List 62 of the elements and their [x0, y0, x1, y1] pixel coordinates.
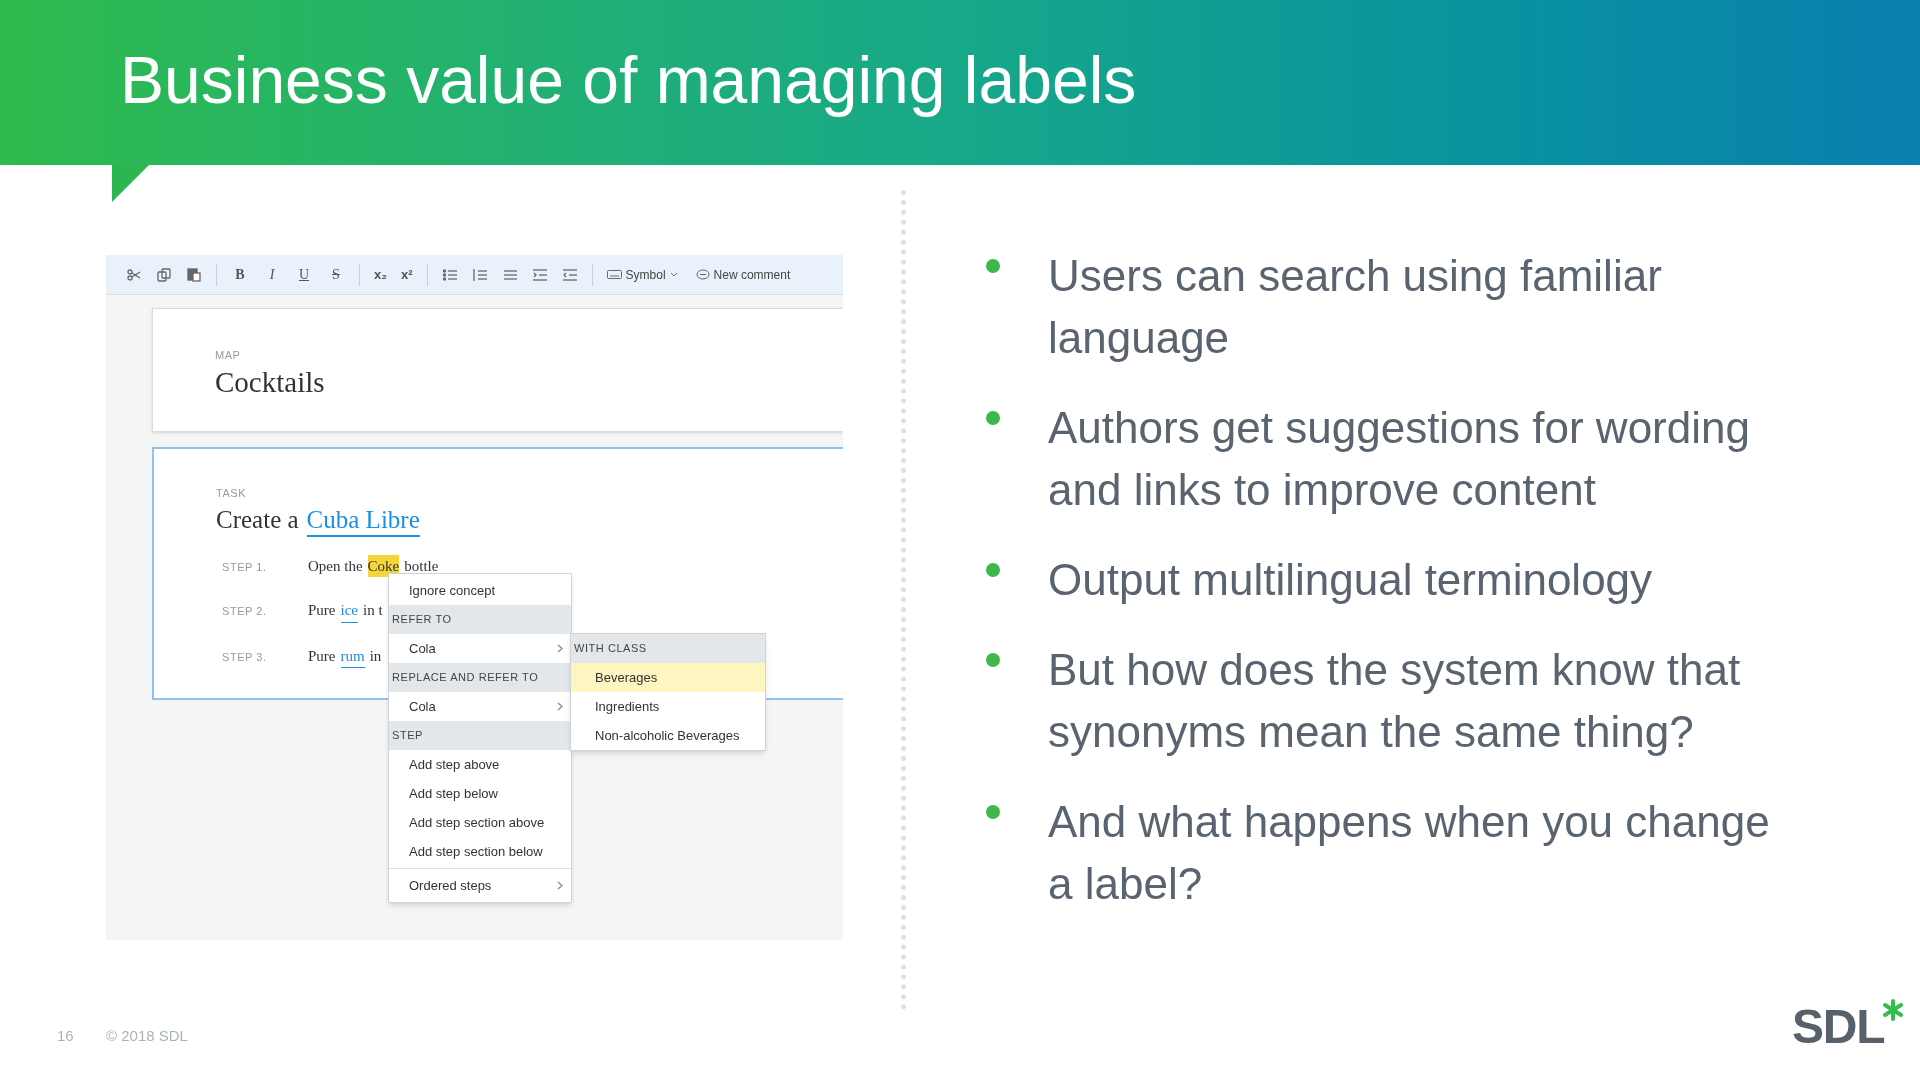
- page-number: 16: [57, 1026, 74, 1046]
- superscript-button[interactable]: x²: [401, 264, 413, 285]
- asterisk-icon: [1882, 999, 1905, 1021]
- step-label: STEP 1.: [222, 559, 268, 575]
- new-comment-button[interactable]: New comment: [695, 265, 791, 284]
- copy-icon[interactable]: [156, 266, 172, 283]
- map-title: Cocktails: [215, 364, 326, 400]
- outdent-icon[interactable]: [561, 266, 578, 283]
- chevron-icon: [557, 702, 563, 711]
- menu-section-header: STEP: [389, 721, 571, 750]
- italic-button[interactable]: I: [263, 264, 281, 285]
- menu-item[interactable]: Beverages: [571, 663, 765, 692]
- bullet-text: Users can search using familiar language: [1048, 250, 1663, 364]
- menu-section-header: REPLACE AND REFER TO: [389, 663, 571, 692]
- step-text: Pure: [308, 601, 336, 621]
- step-text: bottle: [404, 556, 439, 576]
- subscript-button[interactable]: x₂: [374, 264, 387, 285]
- submenu-item[interactable]: Ordered steps: [389, 871, 571, 900]
- term-link[interactable]: rum: [340, 644, 365, 669]
- bold-button[interactable]: B: [231, 264, 249, 285]
- bullet-text: And what happens when you change a label?: [1048, 796, 1771, 910]
- indent-icon[interactable]: [531, 266, 548, 283]
- step-text: Pure: [308, 646, 336, 666]
- step-text: Open the: [308, 556, 363, 576]
- numbered-list-icon[interactable]: [471, 266, 488, 283]
- strikethrough-button[interactable]: S: [327, 264, 345, 285]
- menu-item[interactable]: Add step section below: [389, 837, 571, 866]
- paste-icon[interactable]: [186, 266, 202, 283]
- menu-item[interactable]: Add step section above: [389, 808, 571, 837]
- speech-bubble-icon: [695, 268, 710, 281]
- menu-item[interactable]: Ignore concept: [389, 576, 571, 605]
- bullet-text: Output multilingual terminology: [1048, 554, 1653, 606]
- cut-icon[interactable]: [126, 266, 142, 283]
- copyright-text: © 2018 SDL: [106, 1026, 188, 1046]
- menu-item[interactable]: Non-alcoholic Beverages: [571, 721, 765, 750]
- caret-icon: [669, 271, 678, 278]
- slide-title: Business value of managing labels: [120, 46, 1137, 119]
- step-label: STEP 3.: [222, 649, 268, 665]
- menu-item[interactable]: Ingredients: [571, 692, 765, 721]
- submenu-item[interactable]: Cola: [389, 634, 571, 663]
- task-label: TASK: [216, 486, 248, 501]
- map-label: MAP: [215, 348, 242, 363]
- symbol-dropdown[interactable]: Symbol: [606, 265, 678, 284]
- bullet-text: But how does the system know that synonyms mean the same thing?: [1048, 644, 1742, 758]
- underline-button[interactable]: U: [295, 264, 313, 285]
- submenu-item[interactable]: Cola: [389, 692, 571, 721]
- bullet-text: Authors get suggestions for wording and links to improve content: [1048, 402, 1751, 516]
- bulleted-list-icon[interactable]: [441, 266, 458, 283]
- menu-item[interactable]: Add step below: [389, 779, 571, 808]
- chevron-icon: [557, 644, 563, 653]
- menu-item[interactable]: Add step above: [389, 750, 571, 779]
- task-title: Create a: [216, 504, 299, 535]
- banner-tail: [112, 164, 152, 204]
- step-label: STEP 2.: [222, 604, 268, 620]
- step-text: in: [369, 646, 382, 666]
- logo-text: SDL: [1792, 1003, 1885, 1051]
- menu-section-header: WITH CLASS: [571, 634, 765, 663]
- step-text: in t: [363, 601, 383, 621]
- chevron-icon: [557, 881, 563, 890]
- menu-section-header: REFER TO: [389, 605, 571, 634]
- keyboard-icon: [606, 269, 622, 280]
- highlighted-term: Coke: [367, 554, 400, 578]
